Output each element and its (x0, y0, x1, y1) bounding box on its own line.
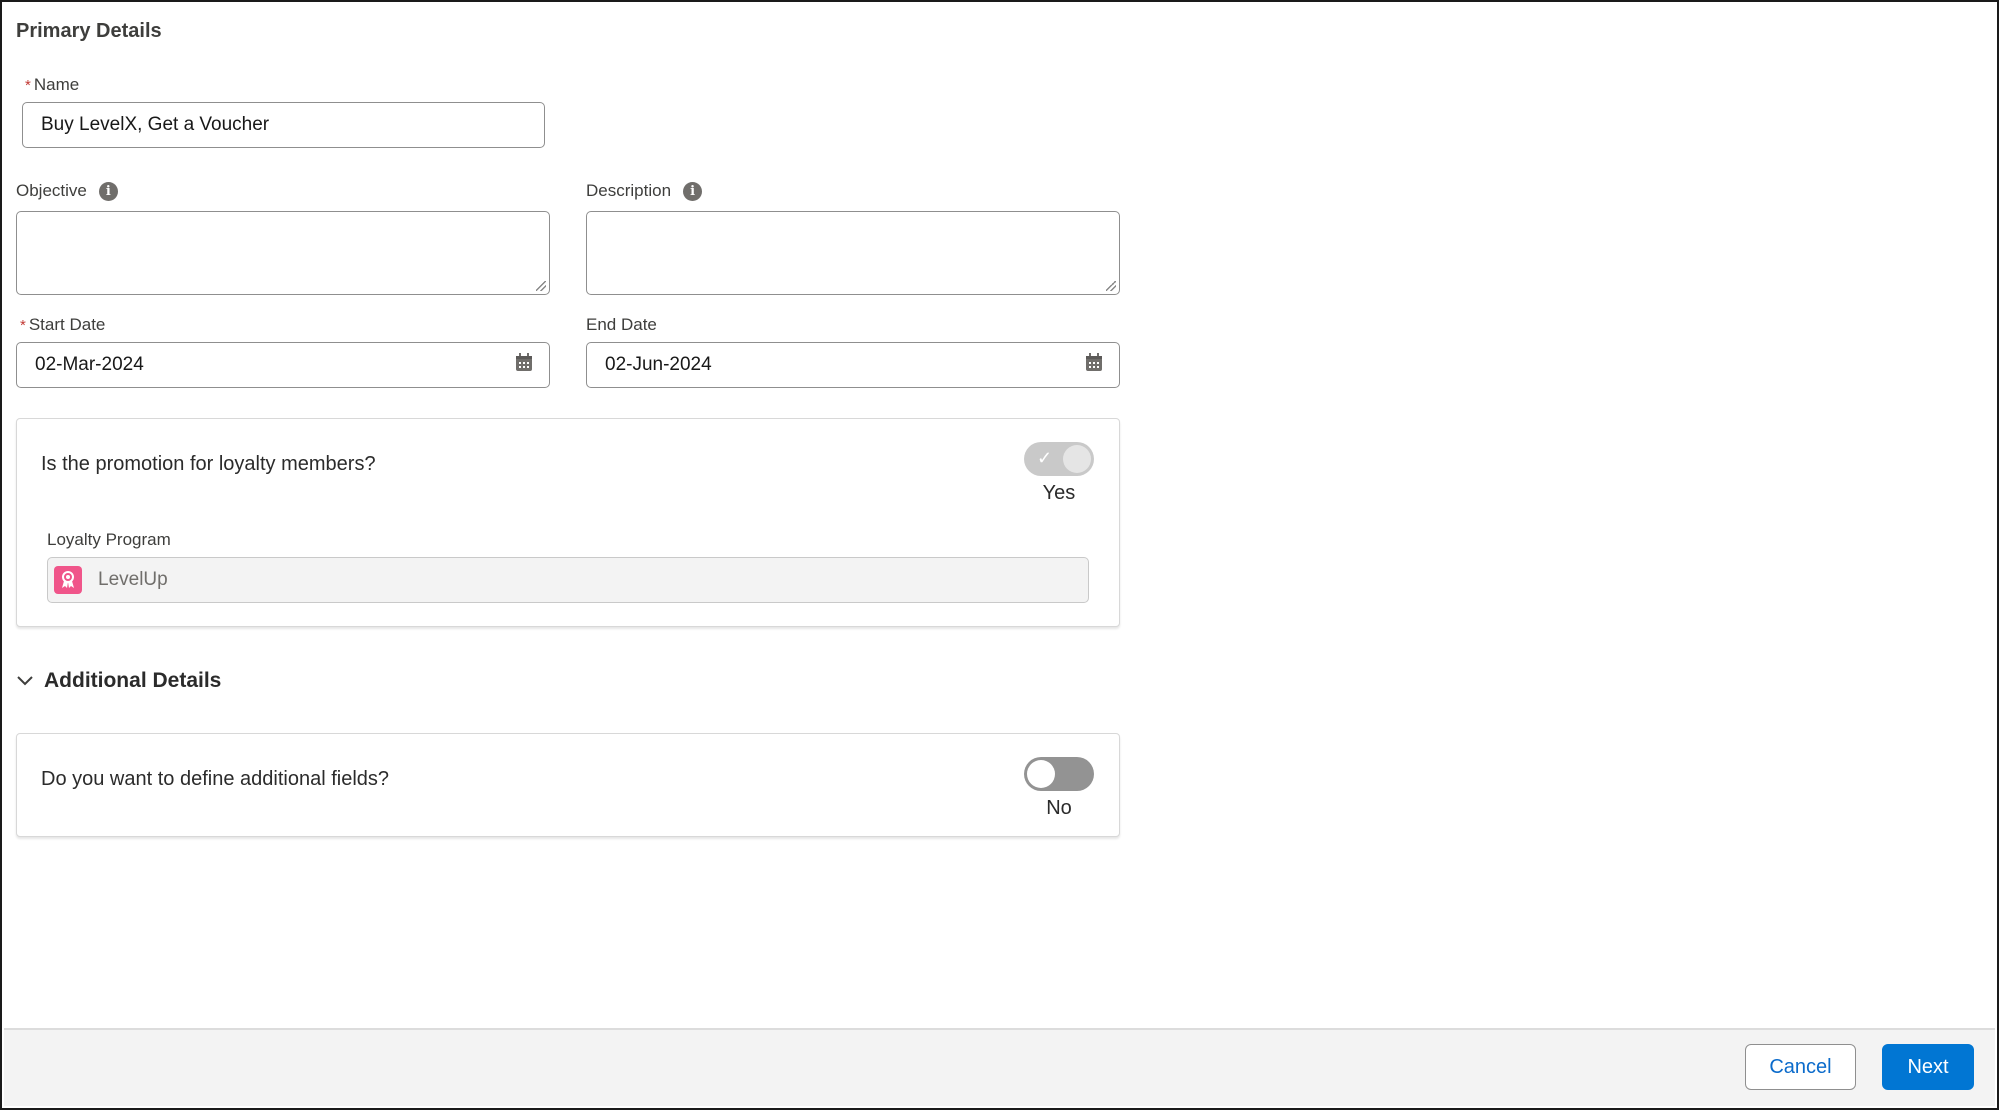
objective-label-text: Objective (16, 181, 87, 200)
additional-fields-question: Do you want to define additional fields? (41, 768, 390, 790)
loyalty-card: Is the promotion for loyalty members? ✓ … (16, 418, 1120, 627)
calendar-icon[interactable] (515, 352, 533, 378)
checkmark-icon: ✓ (1037, 448, 1053, 468)
name-label: * Name (25, 75, 79, 95)
objective-textarea[interactable] (16, 211, 550, 295)
start-date-value: 02-Mar-2024 (35, 354, 144, 375)
name-label-text: Name (33, 75, 80, 94)
description-label-text: Description (586, 181, 672, 200)
additional-fields-toggle-state: No (1046, 797, 1072, 819)
description-textarea[interactable] (586, 211, 1120, 295)
start-date-input[interactable]: 02-Mar-2024 (16, 342, 550, 388)
additional-fields-card: Do you want to define additional fields?… (16, 733, 1120, 837)
start-date-label: * Start Date (20, 315, 105, 335)
end-date-value: 02-Jun-2024 (605, 354, 712, 375)
chevron-down-icon (16, 669, 34, 693)
required-asterisk: * (25, 76, 31, 94)
start-date-label-text: Start Date (28, 315, 106, 334)
additional-fields-toggle[interactable] (1024, 757, 1094, 791)
toggle-knob (1063, 445, 1091, 473)
section-title-primary-details: Primary Details (16, 20, 162, 42)
footer-bar: Cancel Next (4, 1028, 1995, 1106)
additional-details-toggle[interactable]: Additional Details (16, 669, 221, 693)
toggle-knob (1027, 760, 1055, 788)
next-button[interactable]: Next (1882, 1044, 1974, 1090)
section-title-additional-details: Additional Details (44, 669, 222, 692)
objective-label: Objective i (16, 181, 118, 201)
loyalty-program-field: LevelUp (47, 557, 1089, 603)
promotion-form-window: Primary Details * Name Buy LevelX, Get a… (0, 0, 1999, 1110)
required-asterisk: * (20, 316, 26, 334)
calendar-icon[interactable] (1085, 352, 1103, 378)
cancel-button[interactable]: Cancel (1745, 1044, 1856, 1090)
end-date-label-text: End Date (586, 315, 657, 334)
loyalty-badge-icon (54, 566, 82, 594)
end-date-input[interactable]: 02-Jun-2024 (586, 342, 1120, 388)
loyalty-program-label: Loyalty Program (47, 530, 171, 549)
name-input[interactable]: Buy LevelX, Get a Voucher (22, 102, 545, 148)
loyalty-question: Is the promotion for loyalty members? (41, 453, 376, 475)
end-date-label: End Date (586, 315, 657, 335)
resize-handle[interactable] (1106, 281, 1116, 291)
loyalty-program-value: LevelUp (98, 569, 168, 590)
info-icon[interactable]: i (683, 181, 703, 201)
description-label: Description i (586, 181, 703, 201)
info-icon[interactable]: i (98, 181, 118, 201)
resize-handle[interactable] (536, 281, 546, 291)
loyalty-toggle-state: Yes (1042, 482, 1076, 504)
loyalty-toggle[interactable]: ✓ (1024, 442, 1094, 476)
